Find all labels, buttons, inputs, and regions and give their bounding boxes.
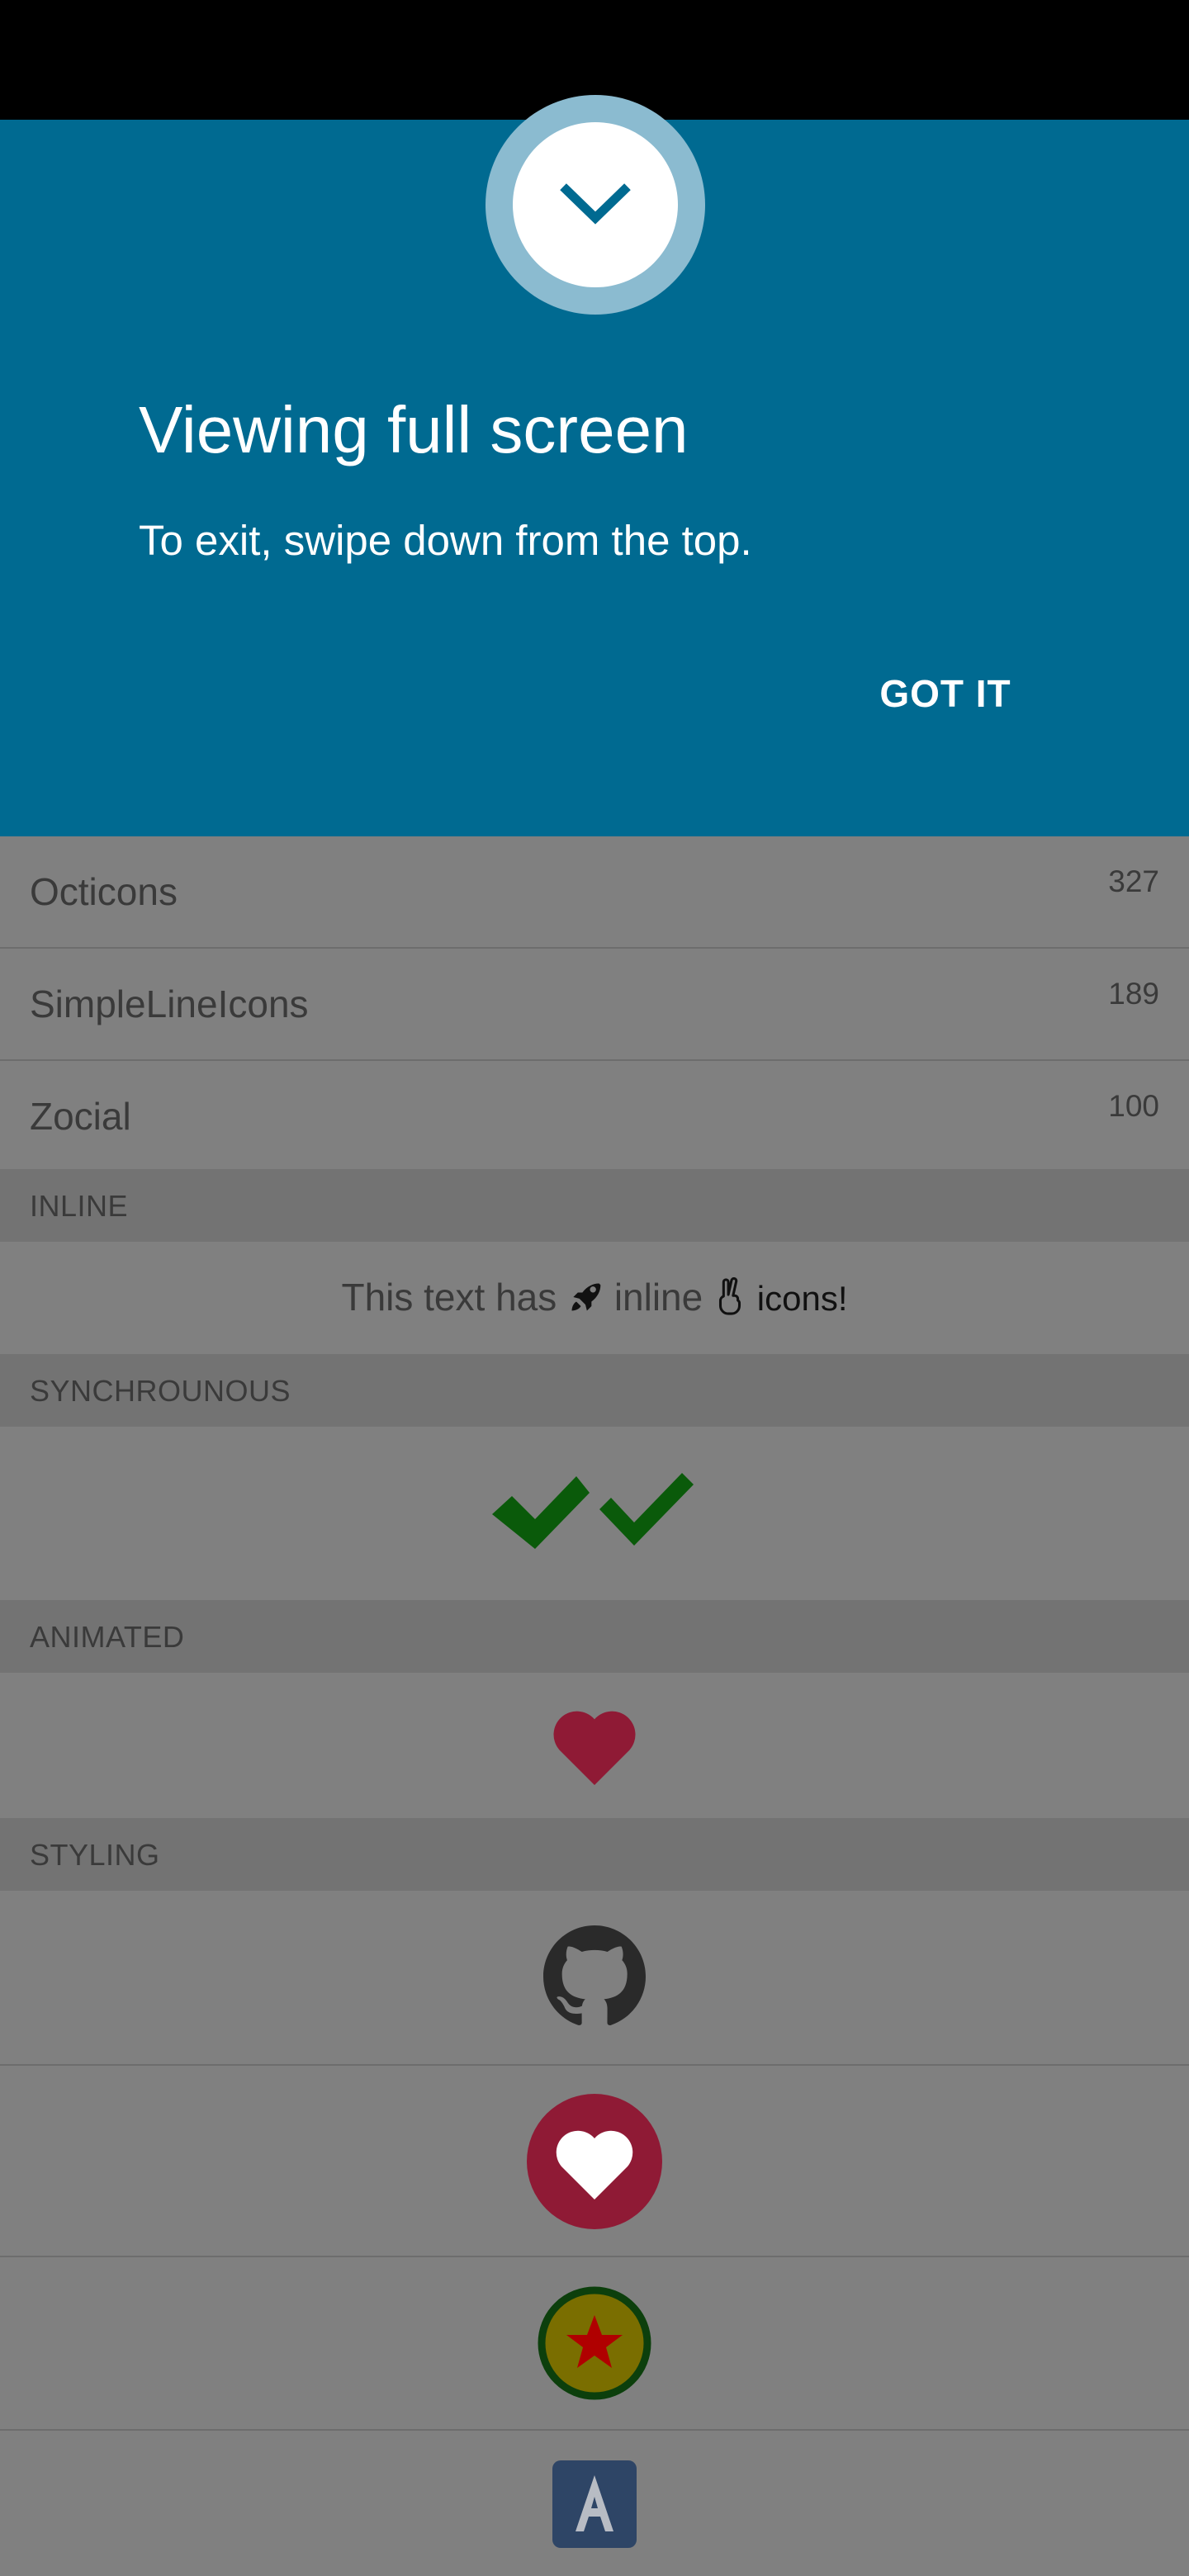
styling-star-cell — [0, 2257, 1189, 2431]
section-header-styling: STYLING — [0, 1818, 1189, 1891]
inline-icons-cell: This text has inline icons! — [0, 1242, 1189, 1354]
section-title: SYNCHROUNOUS — [30, 1374, 291, 1408]
section-title: INLINE — [30, 1189, 129, 1223]
styling-github-cell — [0, 1891, 1189, 2066]
icon-set-name: Octicons — [30, 870, 178, 913]
check-icons — [492, 1473, 694, 1549]
section-title: STYLING — [30, 1838, 160, 1872]
chevron-down-icon — [560, 183, 631, 225]
check-icon — [599, 1473, 694, 1546]
icon-count: 100 — [1108, 1089, 1159, 1123]
icon-set-name: SimpleLineIcons — [30, 983, 309, 1025]
hand-peace-icon — [718, 1276, 741, 1315]
heart-icon — [553, 1711, 636, 1785]
list-item[interactable]: SimpleLineIcons 189 — [0, 949, 1189, 1061]
synchronous-icons-cell — [0, 1427, 1189, 1600]
list-item[interactable]: Zocial 100 — [0, 1061, 1189, 1173]
list-item[interactable]: Octicons 327 — [0, 836, 1189, 949]
github-icon — [543, 1925, 646, 2025]
icon-count: 189 — [1108, 977, 1159, 1011]
rocket-icon — [571, 1283, 601, 1311]
banner-subtitle: To exit, swipe down from the top. — [139, 517, 752, 564]
inline-text: This text has inline icons! — [341, 1276, 848, 1319]
got-it-button[interactable]: GOT IT — [867, 656, 1024, 731]
heart-circle-icon — [527, 2094, 662, 2229]
section-header-animated: ANIMATED — [0, 1600, 1189, 1673]
section-header-synchronous: SYNCHROUNOUS — [0, 1354, 1189, 1427]
styling-heart-cell — [0, 2066, 1189, 2257]
check-icon — [492, 1476, 590, 1549]
animated-icon-cell — [0, 1673, 1189, 1818]
star-circle-icon — [538, 2286, 651, 2400]
fullscreen-banner: Viewing full screen To exit, swipe down … — [0, 95, 1189, 836]
icon-set-name: Zocial — [30, 1095, 131, 1138]
styling-font-cell — [0, 2431, 1189, 2576]
icon-count: 327 — [1108, 864, 1159, 898]
section-header-inline: INLINE — [0, 1169, 1189, 1242]
font-a-icon — [552, 2460, 637, 2548]
section-title: ANIMATED — [30, 1620, 185, 1654]
banner-badge — [486, 95, 705, 315]
banner-title: Viewing full screen — [139, 393, 689, 466]
